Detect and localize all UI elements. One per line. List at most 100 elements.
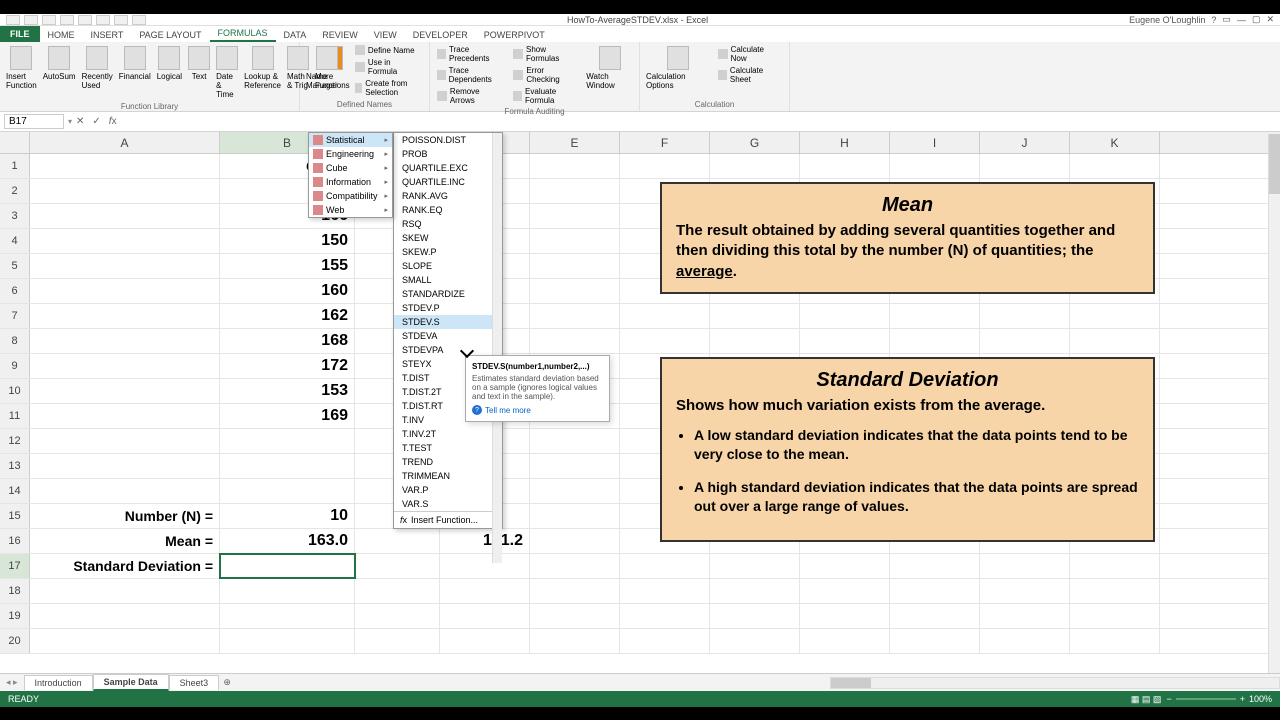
cell-A7[interactable] bbox=[30, 304, 220, 328]
user-name[interactable]: Eugene O'Loughlin bbox=[1129, 15, 1205, 25]
cell-A15[interactable]: Number (N) = bbox=[30, 504, 220, 528]
recently-used-button[interactable]: Recently Used bbox=[80, 44, 115, 101]
row-header[interactable]: 14 bbox=[0, 479, 30, 503]
row-header[interactable]: 10 bbox=[0, 379, 30, 403]
cell-G7[interactable] bbox=[710, 304, 800, 328]
cell-B5[interactable]: 155 bbox=[220, 254, 355, 278]
cell-D18[interactable] bbox=[440, 579, 530, 603]
tab-view[interactable]: VIEW bbox=[366, 28, 405, 42]
cell-E5[interactable] bbox=[530, 254, 620, 278]
row-header[interactable]: 8 bbox=[0, 329, 30, 353]
cell-B7[interactable]: 162 bbox=[220, 304, 355, 328]
cell-A4[interactable] bbox=[30, 229, 220, 253]
cell-I18[interactable] bbox=[890, 579, 980, 603]
cell-F19[interactable] bbox=[620, 604, 710, 628]
fn-item-quartile-exc[interactable]: QUARTILE.EXC bbox=[394, 161, 502, 175]
use-in-formula-button[interactable]: Use in Formula bbox=[352, 57, 425, 77]
row-header[interactable]: 12 bbox=[0, 429, 30, 453]
remove-arrows-button[interactable]: Remove Arrows bbox=[434, 86, 508, 106]
cell-F1[interactable] bbox=[620, 154, 710, 178]
cell-B15[interactable]: 10 bbox=[220, 504, 355, 528]
fn-item-skew-p[interactable]: SKEW.P bbox=[394, 245, 502, 259]
fx-icon[interactable]: fx bbox=[105, 116, 121, 127]
cell-A2[interactable] bbox=[30, 179, 220, 203]
cell-C18[interactable] bbox=[355, 579, 440, 603]
cell-B8[interactable]: 168 bbox=[220, 329, 355, 353]
enter-icon[interactable]: ✓ bbox=[88, 116, 104, 127]
cell-G20[interactable] bbox=[710, 629, 800, 653]
row-header[interactable]: 4 bbox=[0, 229, 30, 253]
cell-I1[interactable] bbox=[890, 154, 980, 178]
error-checking-button[interactable]: Error Checking bbox=[510, 65, 582, 85]
col-header-i[interactable]: I bbox=[890, 132, 980, 153]
cell-J7[interactable] bbox=[980, 304, 1070, 328]
fn-item-poisson-dist[interactable]: POISSON.DIST bbox=[394, 133, 502, 147]
cell-H17[interactable] bbox=[800, 554, 890, 578]
cell-H18[interactable] bbox=[800, 579, 890, 603]
new-sheet-button[interactable]: ⊕ bbox=[219, 677, 235, 688]
col-header-j[interactable]: J bbox=[980, 132, 1070, 153]
cell-G1[interactable] bbox=[710, 154, 800, 178]
row-header[interactable]: 20 bbox=[0, 629, 30, 653]
insert-function-button[interactable]: Insert Function bbox=[4, 44, 39, 101]
cell-E1[interactable] bbox=[530, 154, 620, 178]
cell-A10[interactable] bbox=[30, 379, 220, 403]
cell-K20[interactable] bbox=[1070, 629, 1160, 653]
cell-J8[interactable] bbox=[980, 329, 1070, 353]
cell-A3[interactable] bbox=[30, 204, 220, 228]
close-icon[interactable]: ✕ bbox=[1266, 14, 1274, 25]
fn-item-quartile-inc[interactable]: QUARTILE.INC bbox=[394, 175, 502, 189]
horizontal-scrollbar[interactable] bbox=[830, 677, 1280, 689]
cell-F17[interactable] bbox=[620, 554, 710, 578]
fn-item-t-inv-2t[interactable]: T.INV.2T bbox=[394, 427, 502, 441]
cell-A6[interactable] bbox=[30, 279, 220, 303]
col-header-k[interactable]: K bbox=[1070, 132, 1160, 153]
scrollbar-thumb[interactable] bbox=[1269, 134, 1280, 194]
cell-C20[interactable] bbox=[355, 629, 440, 653]
fn-item-trimmean[interactable]: TRIMMEAN bbox=[394, 469, 502, 483]
cell-E7[interactable] bbox=[530, 304, 620, 328]
tab-page-layout[interactable]: PAGE LAYOUT bbox=[131, 28, 209, 42]
cell-F8[interactable] bbox=[620, 329, 710, 353]
row-header[interactable]: 1 bbox=[0, 154, 30, 178]
fn-item-skew[interactable]: SKEW bbox=[394, 231, 502, 245]
tab-data[interactable]: DATA bbox=[276, 28, 315, 42]
menu-item-information[interactable]: Information▸ bbox=[309, 175, 392, 189]
fn-item-rank-avg[interactable]: RANK.AVG bbox=[394, 189, 502, 203]
cell-K18[interactable] bbox=[1070, 579, 1160, 603]
name-box[interactable]: B17 bbox=[4, 114, 64, 129]
cell-A14[interactable] bbox=[30, 479, 220, 503]
cell-D17[interactable] bbox=[440, 554, 530, 578]
cell-A20[interactable] bbox=[30, 629, 220, 653]
sheet-tab-introduction[interactable]: Introduction bbox=[24, 675, 93, 690]
logical-button[interactable]: Logical bbox=[155, 44, 184, 101]
cell-H7[interactable] bbox=[800, 304, 890, 328]
cell-B9[interactable]: 172 bbox=[220, 354, 355, 378]
cell-E6[interactable] bbox=[530, 279, 620, 303]
watch-window-button[interactable]: Watch Window bbox=[584, 44, 635, 106]
cell-G18[interactable] bbox=[710, 579, 800, 603]
scrollbar-thumb[interactable] bbox=[831, 678, 871, 688]
fn-item-small[interactable]: SMALL bbox=[394, 273, 502, 287]
cell-A11[interactable] bbox=[30, 404, 220, 428]
formula-input[interactable] bbox=[121, 121, 1280, 123]
cell-I20[interactable] bbox=[890, 629, 980, 653]
cell-A13[interactable] bbox=[30, 454, 220, 478]
qat-icon[interactable] bbox=[78, 15, 92, 25]
redo-icon[interactable] bbox=[60, 15, 74, 25]
view-page-layout-icon[interactable]: ▤ bbox=[1142, 694, 1151, 705]
row-header[interactable]: 11 bbox=[0, 404, 30, 428]
tell-me-more-link[interactable]: Tell me more bbox=[472, 405, 603, 415]
sheet-tab-sheet3[interactable]: Sheet3 bbox=[169, 675, 220, 690]
row-header[interactable]: 16 bbox=[0, 529, 30, 553]
cell-E2[interactable] bbox=[530, 179, 620, 203]
qat-icon[interactable] bbox=[96, 15, 110, 25]
cell-J17[interactable] bbox=[980, 554, 1070, 578]
cell-E18[interactable] bbox=[530, 579, 620, 603]
cell-E16[interactable] bbox=[530, 529, 620, 553]
cell-A12[interactable] bbox=[30, 429, 220, 453]
lookup-ref-button[interactable]: Lookup & Reference bbox=[242, 44, 283, 101]
cell-E19[interactable] bbox=[530, 604, 620, 628]
cell-C17[interactable] bbox=[355, 554, 440, 578]
cell-G19[interactable] bbox=[710, 604, 800, 628]
